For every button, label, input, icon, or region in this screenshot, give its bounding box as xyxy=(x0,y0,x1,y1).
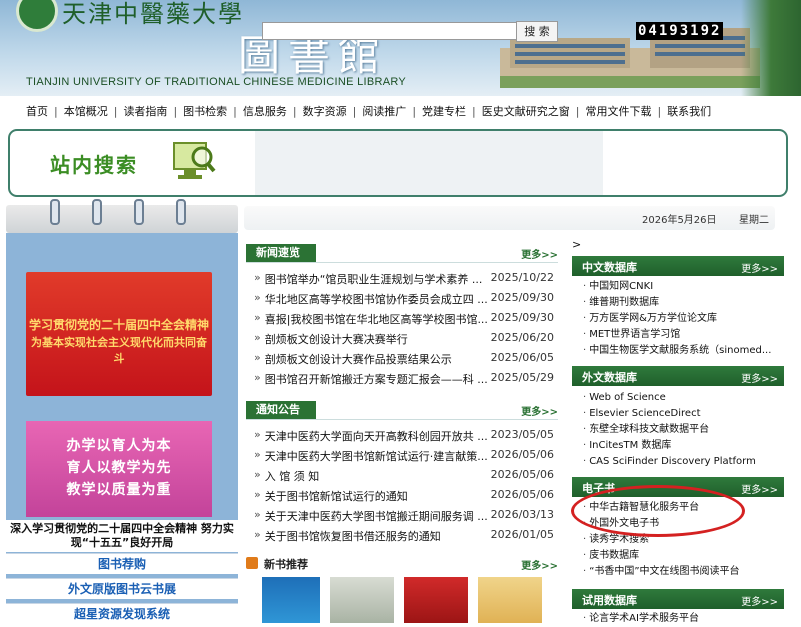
nav-downloads[interactable]: 常用文件下载 xyxy=(585,103,651,119)
news-row[interactable]: » 图书馆召开新馆搬迁方案专题汇报会——科 ... 2025/05/29 xyxy=(254,371,554,389)
nav-reader-guide[interactable]: 读者指南 xyxy=(123,103,167,119)
notice-row[interactable]: » 关于图书馆新馆试运行的通知 2026/05/06 xyxy=(254,488,554,506)
news-more-link[interactable]: 更多>> xyxy=(521,246,558,261)
book-cover[interactable] xyxy=(330,577,394,623)
search-button[interactable]: 搜 索 xyxy=(516,21,558,42)
list-item[interactable]: · InCitesTM 数据库 xyxy=(583,438,756,454)
ebook-more-link[interactable]: 更多>> xyxy=(741,481,778,496)
nav-info-services[interactable]: 信息服务 xyxy=(243,103,287,119)
notices-more-link[interactable]: 更多>> xyxy=(521,403,558,418)
nav-about[interactable]: 本馆概况 xyxy=(64,103,108,119)
highlight-oval-annotation xyxy=(571,485,745,537)
party-slogan-banner[interactable]: 学习贯彻党的二十届四中全会精神 为基本实现社会主义现代化而共同奋斗 xyxy=(26,272,212,396)
book-icon xyxy=(246,557,258,569)
list-item[interactable]: · Web of Science xyxy=(583,390,756,406)
news-row[interactable]: » 剖烦板文创设计大赛决赛举行 2025/06/20 xyxy=(254,331,554,349)
trial-db-list: · 论言学术AI学术服务平台 xyxy=(583,611,699,627)
news-row[interactable]: » 喜报|我校图书馆在华北地区高等学校图书馆... 2025/09/30 xyxy=(254,311,554,329)
cn-db-list: · 中国知网CNKI · 维普期刊数据库 · 万方医学网&万方学位论文库 · MET世界… xyxy=(583,279,771,359)
book-cover[interactable] xyxy=(478,577,542,623)
news-section-title: 新闻速览 xyxy=(246,244,316,262)
nav-contact[interactable]: 联系我们 xyxy=(667,103,711,119)
list-item[interactable]: · MET世界语言学习馆 xyxy=(583,327,771,343)
list-item[interactable]: · 中国生物医学文献服务系统（sinomed... xyxy=(583,343,771,359)
binder-ring-icon xyxy=(50,199,60,225)
right-marker: > xyxy=(572,238,582,251)
new-books-header: 新书推荐 更多>> xyxy=(246,555,558,573)
visit-counter: 04193192 xyxy=(636,22,724,40)
book-cover[interactable] xyxy=(262,577,320,623)
trial-db-header: 试用数据库 更多>> xyxy=(572,589,784,609)
nav-digital-resources[interactable]: 数字资源 xyxy=(303,103,347,119)
news-row[interactable]: » 华北地区高等学校图书馆协作委员会成立四 ... 2025/09/30 xyxy=(254,291,554,309)
news-row[interactable]: » 图书馆举办“馆员职业生涯规划与学术素养 ... 2025/10/22 xyxy=(254,271,554,289)
current-date: 2026年5月26日 xyxy=(642,215,717,226)
nav-book-search[interactable]: 图书检索 xyxy=(183,103,227,119)
nav-home[interactable]: 首页 xyxy=(26,103,48,119)
nav-reading-promotion[interactable]: 阅读推广 xyxy=(362,103,406,119)
list-item[interactable]: · 万方医学网&万方学位论文库 xyxy=(583,311,771,327)
binder-ring-icon xyxy=(176,199,186,225)
list-item[interactable]: · CAS SciFinder Discovery Platform xyxy=(583,454,756,470)
notice-row[interactable]: » 天津中医药大学图书馆新馆试运行·建言献策... 2026/05/06 xyxy=(254,448,554,466)
foreign-db-more-link[interactable]: 更多>> xyxy=(741,370,778,385)
list-item[interactable]: · 维普期刊数据库 xyxy=(583,295,771,311)
university-name-en: TIANJIN UNIVERSITY OF TRADITIONAL CHINES… xyxy=(26,76,407,88)
nav-party-column[interactable]: 党建专栏 xyxy=(422,103,466,119)
cn-db-more-link[interactable]: 更多>> xyxy=(741,260,778,275)
nav-medical-history[interactable]: 医史文献研究之窗 xyxy=(482,103,570,119)
foreign-db-list: · Web of Science · Elsevier ScienceDirect … xyxy=(583,390,756,470)
tree-decoration xyxy=(741,0,801,96)
list-item[interactable]: · Elsevier ScienceDirect xyxy=(583,406,756,422)
cn-db-header: 中文数据库 更多>> xyxy=(572,256,784,276)
header-banner: 天津中醫藥大學 圖書館 TIANJIN UNIVERSITY OF TRADIT… xyxy=(0,0,801,96)
list-item[interactable]: · 东壁全球科技文献数据平台 xyxy=(583,422,756,438)
link-book-recommendation[interactable]: 图书荐购 xyxy=(6,553,238,574)
main-navigation: 首页 | 本馆概况 | 读者指南 | 图书检索 | 信息服务 | 数字资源 | 阅读推广 | … xyxy=(26,103,712,119)
list-item[interactable]: · 论言学术AI学术服务平台 xyxy=(583,611,699,627)
left-panel-top xyxy=(6,199,238,233)
link-foreign-book-exhibition[interactable]: 外文原版图书云书展 xyxy=(6,578,238,599)
foreign-db-header: 外文数据库 更多>> xyxy=(572,366,784,386)
notices-section-title: 通知公告 xyxy=(246,401,316,419)
left-caption: 深入学习贯彻党的二十届四中全会精神 努力实现“十五五”良好开局 xyxy=(6,520,238,552)
notice-row[interactable]: » 入 馆 须 知 2026/05/06 xyxy=(254,468,554,486)
link-chaoxing-discovery[interactable]: 超星资源发现系统 xyxy=(6,603,238,624)
site-search-title: 站内搜索 xyxy=(50,153,138,177)
university-name-cn: 天津中醫藥大學 xyxy=(62,0,244,28)
university-logo-icon xyxy=(16,0,58,32)
notice-row[interactable]: » 天津中医药大学面向天开高教科创园开放共 ... 2023/05/05 xyxy=(254,428,554,446)
search-input[interactable] xyxy=(262,22,526,40)
news-section-header: 新闻速览 更多>> xyxy=(246,244,558,263)
trial-db-more-link[interactable]: 更多>> xyxy=(741,593,778,608)
magnifier-monitor-icon xyxy=(173,142,216,179)
list-item[interactable]: · “书香中国”中文在线图书阅读平台 xyxy=(583,564,740,580)
list-item[interactable]: · 庋书数据库 xyxy=(583,548,740,564)
binder-ring-icon xyxy=(134,199,144,225)
new-books-title: 新书推荐 xyxy=(264,558,308,571)
site-search-panel: 站内搜索 xyxy=(8,129,788,197)
education-slogan-banner[interactable]: 办学以育人为本 育人以教学为先 教学以质量为重 xyxy=(26,421,212,517)
notice-row[interactable]: » 关于图书馆恢复图书借还服务的通知 2026/01/05 xyxy=(254,528,554,546)
list-item[interactable]: · 中国知网CNKI xyxy=(583,279,771,295)
new-books-more-link[interactable]: 更多>> xyxy=(521,557,558,572)
notice-row[interactable]: » 关于天津中医药大学图书馆搬迁期间服务调 ... 2026/03/13 xyxy=(254,508,554,526)
book-cover[interactable] xyxy=(404,577,468,623)
notices-section-header: 通知公告 更多>> xyxy=(246,401,558,420)
binder-ring-icon xyxy=(92,199,102,225)
news-row[interactable]: » 剖烦板文创设计大赛作品投票结果公示 2025/06/05 xyxy=(254,351,554,369)
current-weekday: 星期二 xyxy=(739,215,769,226)
